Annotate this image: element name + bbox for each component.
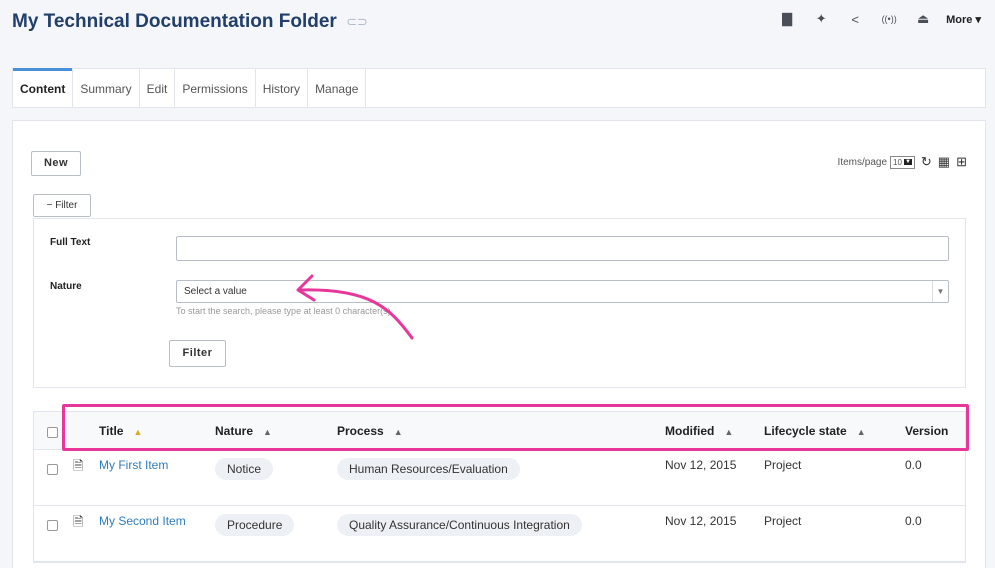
select-all-checkbox[interactable] — [47, 427, 58, 438]
chevron-down-icon: ▼ — [903, 159, 912, 165]
share-icon[interactable]: < — [838, 12, 872, 27]
tab-edit[interactable]: Edit — [140, 69, 176, 107]
full-text-label: Full Text — [50, 237, 91, 248]
full-text-input[interactable] — [176, 236, 949, 261]
column-header-nature[interactable]: Nature ▲ — [215, 424, 272, 438]
tab-bar: Content Summary Edit Permissions History… — [12, 68, 986, 108]
items-per-page-select[interactable]: 10 ▼ — [890, 155, 915, 169]
column-header-modified[interactable]: Modified ▲ — [665, 424, 733, 438]
sort-icon: ▲ — [393, 427, 403, 437]
document-icon: 🗎 — [73, 514, 84, 529]
chevron-down-icon: ▼ — [932, 281, 948, 302]
add-column-icon[interactable]: ⊞ — [956, 154, 967, 170]
new-button[interactable]: New — [31, 151, 81, 176]
table-header: Title ▲ Nature ▲ Process ▲ Modified ▲ Lifecy… — [34, 412, 965, 450]
version: 0.0 — [905, 514, 922, 528]
tab-content[interactable]: Content — [13, 68, 74, 107]
item-title-link[interactable]: My First Item — [99, 458, 168, 472]
refresh-icon[interactable]: ↻ — [921, 154, 932, 170]
nature-help-text: To start the search, please type at leas… — [176, 306, 394, 316]
broadcast-icon[interactable]: ((•)) — [872, 14, 906, 24]
process-pill: Human Resources/Evaluation — [337, 458, 520, 480]
table-row: 🗎 My First Item Notice Human Resources/E… — [34, 450, 965, 506]
tab-permissions[interactable]: Permissions — [175, 69, 256, 107]
modified-date: Nov 12, 2015 — [665, 458, 737, 472]
book-icon[interactable]: ▇ — [770, 11, 804, 27]
items-per-page-label: Items/page — [837, 156, 888, 168]
pin-icon[interactable]: ✦ — [804, 11, 838, 27]
nature-placeholder: Select a value — [184, 286, 247, 297]
document-icon: 🗎 — [73, 458, 84, 473]
tab-history[interactable]: History — [256, 69, 309, 107]
tab-summary[interactable]: Summary — [73, 69, 140, 107]
process-pill: Quality Assurance/Continuous Integration — [337, 514, 582, 536]
column-header-lifecycle[interactable]: Lifecycle state ▲ — [764, 424, 866, 438]
tab-manage[interactable]: Manage — [308, 69, 367, 107]
link-icon[interactable]: ⊂⊃ — [346, 14, 368, 30]
pagination-controls: Items/page 10 ▼ ↻ ▦ ⊞ — [838, 154, 967, 170]
modified-date: Nov 12, 2015 — [665, 514, 737, 528]
table-row: 🗎 My Second Item Procedure Quality Assur… — [34, 506, 965, 562]
nature-pill: Procedure — [215, 514, 295, 536]
sort-icon: ▲ — [724, 427, 734, 437]
item-title-link[interactable]: My Second Item — [99, 514, 186, 528]
lifecycle-state: Project — [764, 458, 802, 472]
row-checkbox[interactable] — [47, 464, 58, 475]
column-header-title[interactable]: Title ▲ — [99, 424, 142, 438]
page-title: My Technical Documentation Folder ⊂⊃ — [12, 11, 368, 33]
filter-toggle-button[interactable]: − Filter — [33, 194, 91, 217]
more-menu-button[interactable]: More ▾ — [946, 13, 981, 26]
content-table: Title ▲ Nature ▲ Process ▲ Modified ▲ Lifecy… — [33, 411, 966, 563]
column-header-process[interactable]: Process ▲ — [337, 424, 403, 438]
version: 0.0 — [905, 458, 922, 472]
filter-submit-button[interactable]: Filter — [169, 340, 226, 367]
lifecycle-state: Project — [764, 514, 802, 528]
row-checkbox[interactable] — [47, 520, 58, 531]
calculator-icon[interactable]: ▦ — [938, 154, 950, 170]
upload-icon[interactable]: ⏏ — [906, 11, 940, 27]
content-panel: New Items/page 10 ▼ ↻ ▦ ⊞ − Filter Full … — [12, 120, 986, 568]
sort-icon: ▲ — [856, 427, 866, 437]
sort-icon: ▲ — [263, 427, 272, 437]
sort-asc-icon: ▲ — [133, 427, 143, 437]
page-title-text: My Technical Documentation Folder — [12, 11, 337, 32]
column-header-version[interactable]: Version — [905, 424, 948, 438]
items-per-page-value: 10 — [893, 157, 902, 167]
nature-pill: Notice — [215, 458, 274, 480]
nature-select[interactable]: Select a value ▼ — [176, 280, 949, 303]
nature-label: Nature — [50, 281, 82, 292]
top-actions: ▇ ✦ < ((•)) ⏏ More ▾ — [770, 10, 981, 28]
